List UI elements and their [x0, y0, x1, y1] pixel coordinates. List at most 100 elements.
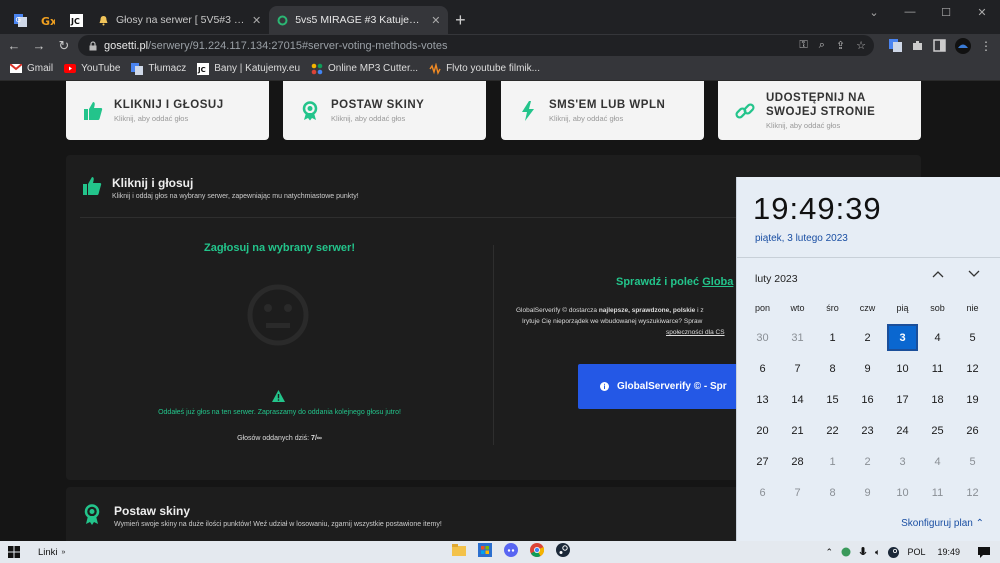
calendar-day[interactable]: 13: [745, 384, 780, 415]
tab-mirage[interactable]: 5vs5 MIRAGE #3 Katujemy.eu 128 ✕: [269, 6, 449, 34]
globalserverify-button[interactable]: GlobalServerify © - Spr: [578, 364, 748, 409]
translate-extension-icon[interactable]: [889, 39, 902, 52]
calendar-day[interactable]: 23: [850, 415, 885, 446]
calendar-day[interactable]: 7: [780, 477, 815, 508]
tab-pinned-3[interactable]: JC: [62, 6, 90, 34]
calendar-day[interactable]: 9: [850, 353, 885, 384]
calendar-day[interactable]: 24: [885, 415, 920, 446]
calendar-day[interactable]: 10: [885, 353, 920, 384]
zoom-icon[interactable]: ⌕: [819, 39, 825, 52]
calendar-day[interactable]: 17: [885, 384, 920, 415]
calendar-day[interactable]: 11: [920, 477, 955, 508]
file-explorer-icon[interactable]: [452, 544, 466, 556]
calendar-day[interactable]: 1: [815, 446, 850, 477]
chevron-right-icon[interactable]: »: [62, 549, 66, 556]
calendar-day[interactable]: 14: [780, 384, 815, 415]
calendar-day-today[interactable]: 3: [885, 322, 920, 353]
configure-plan-link[interactable]: Skonfiguruj plan ⌃: [901, 518, 984, 529]
windows-start-icon[interactable]: [8, 546, 20, 558]
calendar-day[interactable]: 15: [815, 384, 850, 415]
bookmark-flvto[interactable]: Flvto youtube filmik...: [429, 62, 540, 75]
new-tab-button[interactable]: +: [448, 6, 472, 34]
card-sms-wpln[interactable]: SMS'EM LUB WPLN Kliknij, aby oddać głos: [501, 81, 704, 140]
calendar-day[interactable]: 12: [955, 353, 990, 384]
calendar-day[interactable]: 21: [780, 415, 815, 446]
calendar-day[interactable]: 26: [955, 415, 990, 446]
bookmark-star-icon[interactable]: ☆: [856, 39, 866, 52]
calendar-day[interactable]: 16: [850, 384, 885, 415]
calendar-day[interactable]: 10: [885, 477, 920, 508]
forward-button[interactable]: →: [28, 35, 50, 57]
calendar-day[interactable]: 2: [850, 446, 885, 477]
chevron-up-icon[interactable]: ⌃: [826, 547, 834, 558]
verify-community-link[interactable]: społeczności dla CS: [666, 329, 725, 336]
bookmark-bany[interactable]: JC Bany | Katujemy.eu: [197, 62, 300, 75]
calendar-day[interactable]: 3: [885, 446, 920, 477]
bookmark-tlumacz[interactable]: Tłumacz: [131, 62, 186, 75]
calendar-day[interactable]: 5: [955, 322, 990, 353]
close-window-button[interactable]: ✕: [964, 0, 1000, 24]
calendar-day[interactable]: 1: [815, 322, 850, 353]
calendar-day[interactable]: 6: [745, 353, 780, 384]
calendar-day[interactable]: 5: [955, 446, 990, 477]
puzzle-icon[interactable]: [911, 39, 924, 52]
microphone-icon[interactable]: [859, 546, 867, 558]
calendar-day[interactable]: 19: [955, 384, 990, 415]
calendar-day[interactable]: 30: [745, 322, 780, 353]
calendar-day[interactable]: 12: [955, 477, 990, 508]
language-indicator[interactable]: POL: [907, 547, 925, 557]
close-tab-icon[interactable]: ✕: [252, 14, 261, 27]
bookmark-youtube[interactable]: YouTube: [64, 63, 120, 74]
store-icon[interactable]: [478, 543, 492, 557]
steam-tray-icon[interactable]: [888, 546, 900, 558]
calendar-day[interactable]: 27: [745, 446, 780, 477]
calendar-day[interactable]: 25: [920, 415, 955, 446]
calendar-day[interactable]: 31: [780, 322, 815, 353]
reload-button[interactable]: ↻: [53, 35, 75, 57]
calendar-day[interactable]: 4: [920, 446, 955, 477]
calendar-day[interactable]: 9: [850, 477, 885, 508]
volume-icon[interactable]: 🔈︎: [875, 547, 880, 558]
card-kliknij-glosuj[interactable]: KLIKNIJ I GŁOSUJ Kliknij, aby oddać głos: [66, 81, 269, 140]
calendar-month[interactable]: luty 2023: [755, 273, 798, 285]
back-button[interactable]: ←: [3, 35, 25, 57]
chevron-down-icon[interactable]: [968, 270, 980, 278]
close-tab-icon[interactable]: ✕: [431, 14, 440, 27]
card-postaw-skiny[interactable]: POSTAW SKINY Kliknij, aby oddać głos: [283, 81, 486, 140]
calendar-day[interactable]: 4: [920, 322, 955, 353]
calendar-day[interactable]: 8: [815, 353, 850, 384]
calendar-day[interactable]: 8: [815, 477, 850, 508]
tab-glosy[interactable]: Głosy na serwer [ 5V5#3 ] - Adm ✕: [90, 6, 269, 34]
links-toolbar-label[interactable]: Linki: [38, 547, 58, 558]
clock-date[interactable]: piątek, 3 lutego 2023: [755, 233, 848, 244]
discord-icon[interactable]: [504, 543, 518, 557]
profile-avatar-icon[interactable]: [955, 37, 971, 54]
steam-icon[interactable]: [556, 543, 570, 557]
tab-pinned-1[interactable]: G: [6, 6, 34, 34]
calendar-day[interactable]: 7: [780, 353, 815, 384]
tab-pinned-2[interactable]: Gx: [34, 6, 62, 34]
calendar-day[interactable]: 22: [815, 415, 850, 446]
taskbar-clock[interactable]: 19:49: [937, 547, 960, 557]
key-icon[interactable]: ⚿: [799, 39, 807, 52]
maximize-button[interactable]: ☐: [928, 0, 964, 24]
calendar-day[interactable]: 28: [780, 446, 815, 477]
chrome-icon[interactable]: [530, 543, 544, 557]
calendar-day[interactable]: 6: [745, 477, 780, 508]
card-udostepnij[interactable]: UDOSTĘPNIJ NA SWOJEJ STRONIE Kliknij, aby…: [718, 81, 921, 140]
bookmark-gmail[interactable]: Gmail: [10, 63, 53, 74]
status-dot-icon[interactable]: [841, 547, 851, 557]
share-icon[interactable]: ⇪: [836, 39, 845, 52]
chevron-up-icon[interactable]: [932, 270, 944, 278]
sidebar-icon[interactable]: [933, 39, 946, 52]
notifications-icon[interactable]: [978, 546, 990, 558]
calendar-day[interactable]: 20: [745, 415, 780, 446]
calendar-day[interactable]: 11: [920, 353, 955, 384]
bookmark-mp3-cutter[interactable]: Online MP3 Cutter...: [311, 63, 418, 75]
tab-search-icon[interactable]: ⌄: [856, 0, 892, 24]
minimize-button[interactable]: —: [892, 0, 928, 24]
address-bar[interactable]: gosetti.pl/serwery/91.224.117.134:27015#…: [78, 35, 874, 56]
calendar-day[interactable]: 2: [850, 322, 885, 353]
calendar-day[interactable]: 18: [920, 384, 955, 415]
menu-icon[interactable]: ⋮: [980, 39, 992, 53]
